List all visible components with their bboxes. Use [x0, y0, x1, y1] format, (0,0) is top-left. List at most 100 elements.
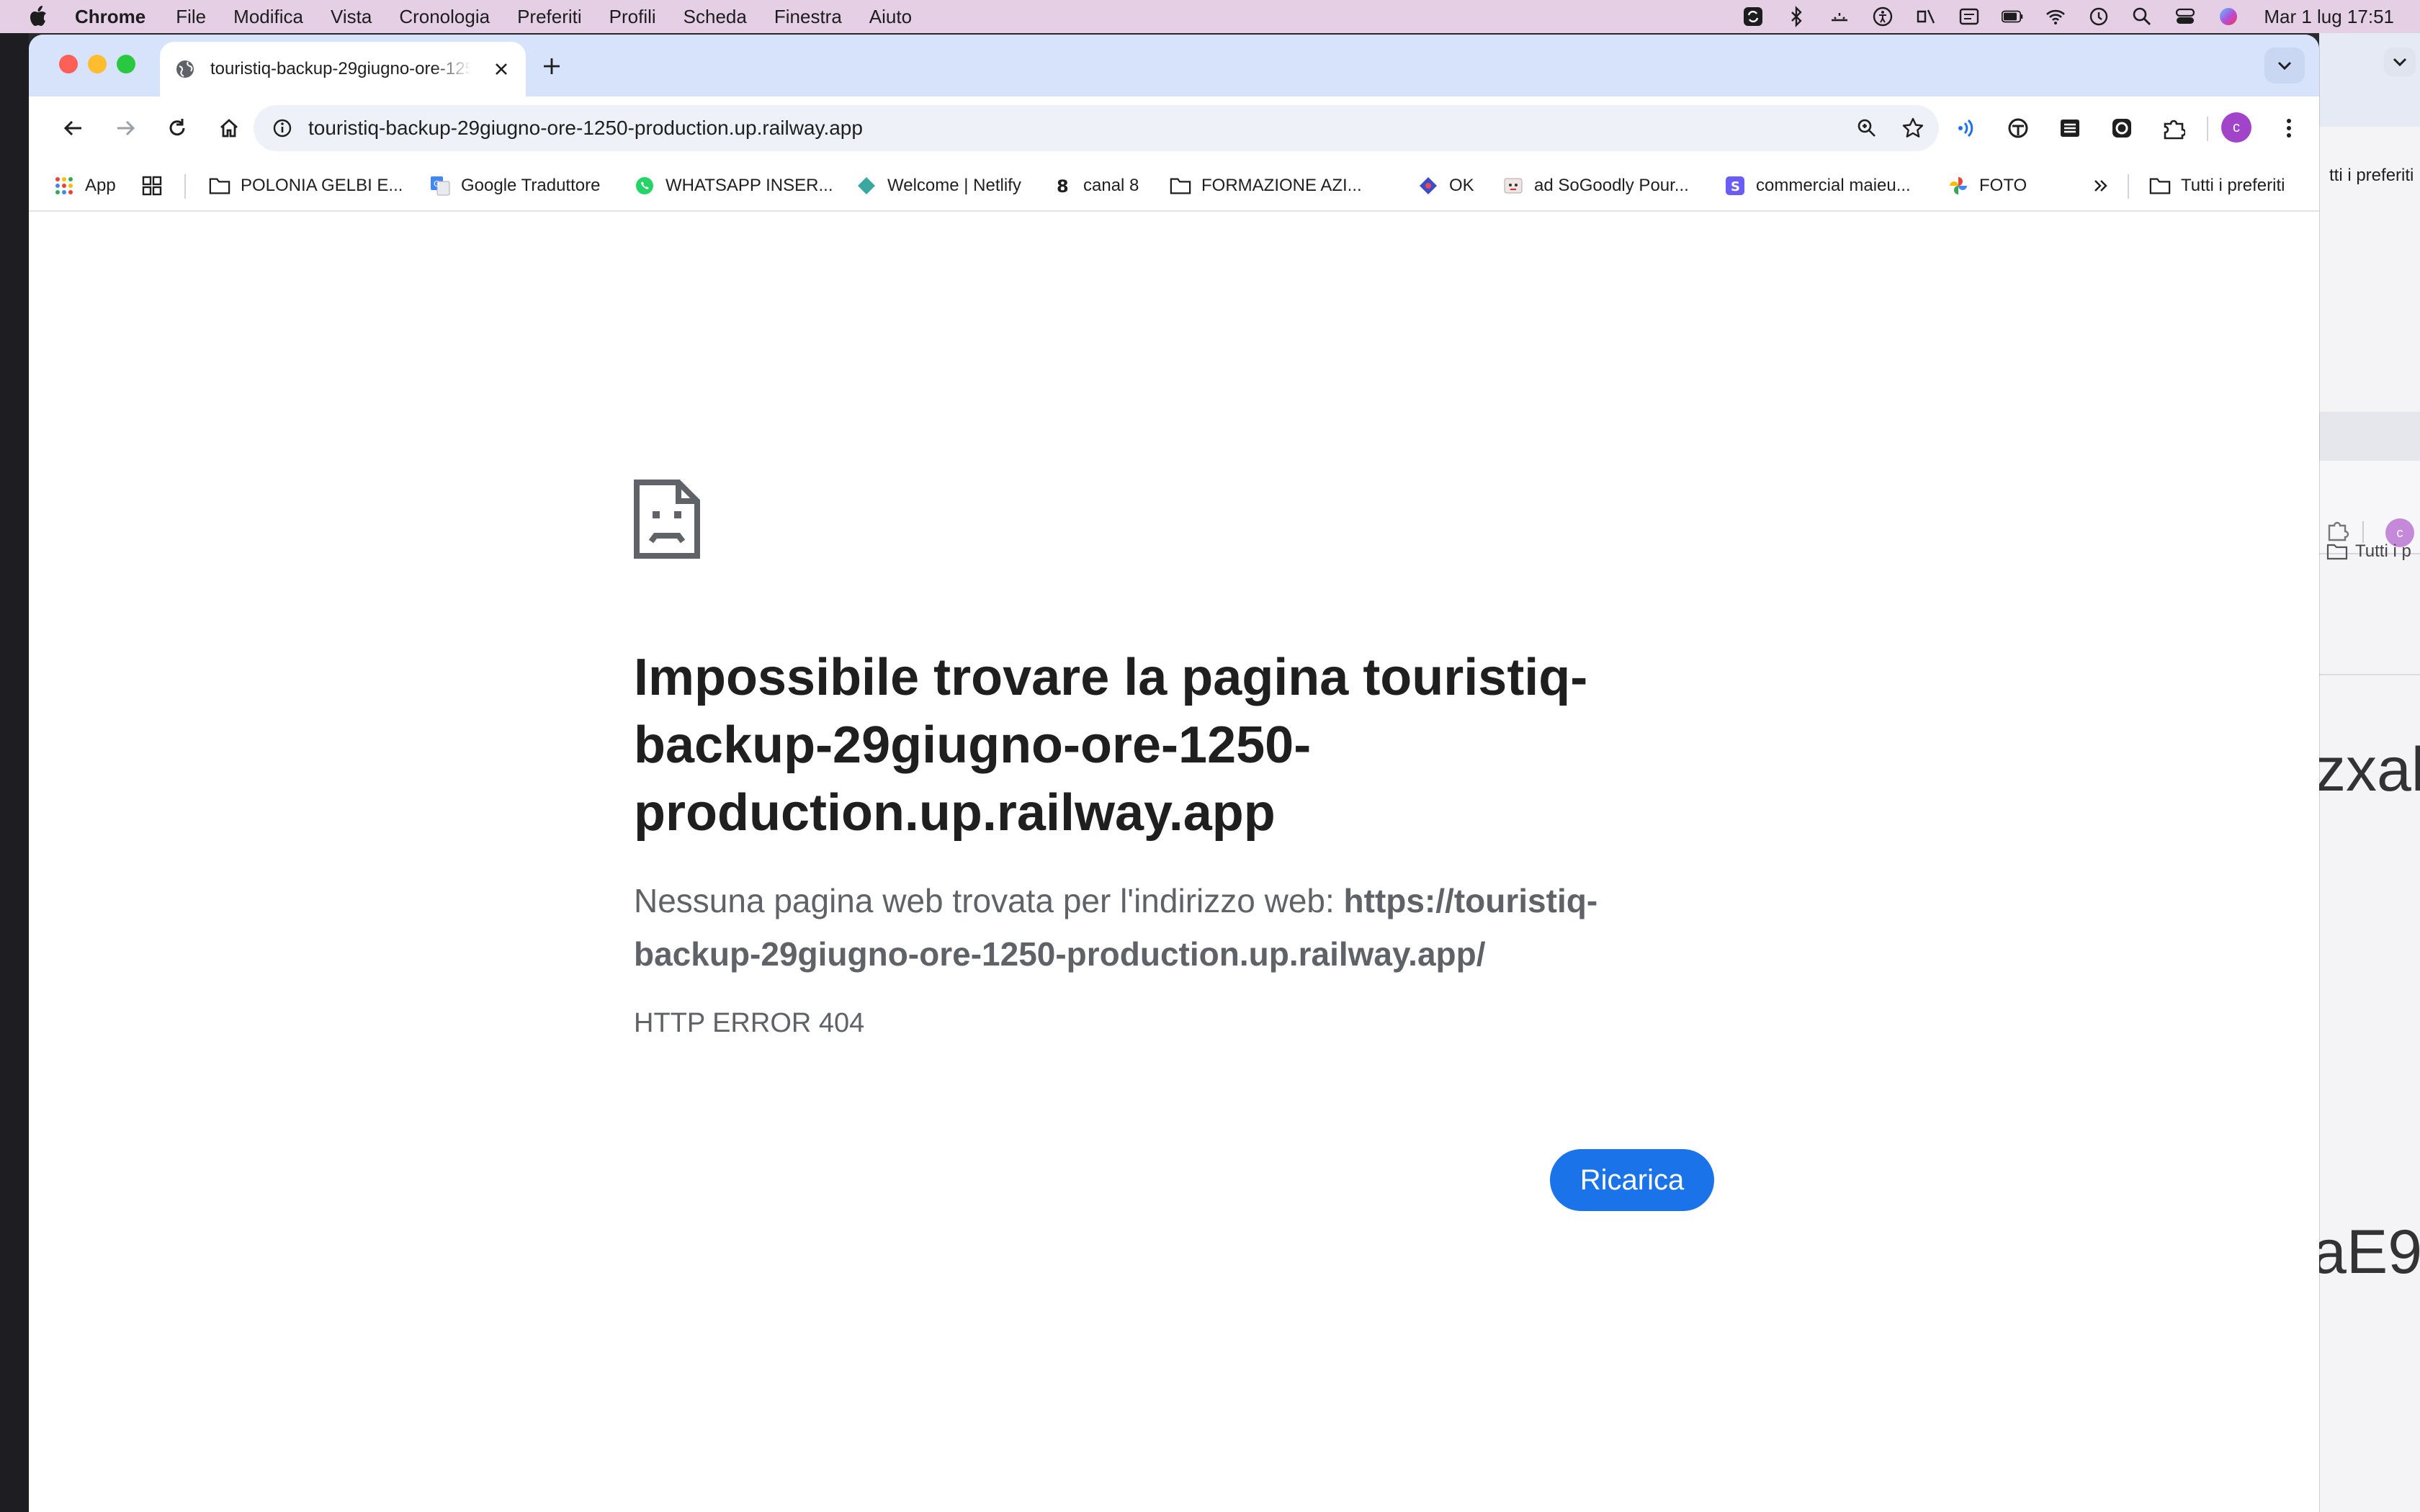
globe-icon [174, 58, 196, 80]
svg-text:G: G [434, 179, 440, 189]
background-window-strip [2319, 412, 2420, 461]
tab-title: touristiq-backup-29giugno-ore-1250-produ… [210, 59, 471, 78]
close-tab-icon[interactable] [490, 58, 513, 81]
bookmark-canal-8[interactable]: 8 canal 8 [1052, 160, 1139, 212]
background-tab-search-button[interactable] [2384, 48, 2416, 76]
folder-icon [1170, 175, 1191, 197]
bookmark-whatsapp[interactable]: WHATSAPP INSER... [634, 160, 833, 212]
extensions-puzzle-icon[interactable] [2156, 111, 2191, 145]
bookmark-label: FOTO [1979, 176, 2027, 195]
chrome-menu-icon[interactable] [2272, 111, 2306, 145]
background-window-left [0, 33, 29, 1512]
menu-bar-clock[interactable]: Mar 1 lug 17:51 [2264, 6, 2394, 28]
bookmark-polonia-gelbi[interactable]: POLONIA GELBI E... [209, 160, 403, 212]
bookmark-google-traduttore[interactable]: G Google Traduttore [429, 160, 600, 212]
background-toolbar-separator [2362, 521, 2364, 543]
chevron-double-right-icon [2090, 175, 2112, 197]
background-all-bookmarks-fragment: tti i preferiti [2329, 166, 2414, 185]
address-bar-url[interactable]: touristiq-backup-29giugno-ore-1250-produ… [308, 117, 863, 140]
control-center-icon[interactable] [2174, 6, 2196, 27]
background-divider [2319, 674, 2420, 675]
site-info-icon[interactable] [269, 115, 295, 141]
background-all-bookmarks[interactable]: Tutti i p [2326, 541, 2411, 562]
bookmark-all-bookmarks[interactable]: Tutti i preferiti [2149, 160, 2285, 212]
tab-search-button[interactable] [2264, 48, 2305, 84]
background-window-right: tti i preferiti c Tutti i p zxal aE9E [2319, 33, 2420, 1512]
background-bookmarks-fragment: Tutti i p [2355, 541, 2411, 561]
menu-scheda[interactable]: Scheda [684, 6, 747, 28]
menu-file[interactable]: File [176, 6, 206, 28]
menu-vista[interactable]: Vista [331, 6, 372, 28]
bluetooth-icon[interactable] [1785, 6, 1807, 27]
menu-profili[interactable]: Profili [609, 6, 656, 28]
error-code: HTTP ERROR 404 [634, 1008, 865, 1038]
zoom-icon[interactable] [1854, 115, 1880, 141]
background-text-1: zxal [2319, 735, 2420, 804]
bookmark-label: WHATSAPP INSER... [666, 176, 833, 195]
more-bookmarks-button[interactable] [2090, 160, 2122, 212]
google-photos-icon [1948, 175, 1969, 197]
wifi-icon[interactable] [2045, 6, 2066, 27]
close-window-button[interactable] [59, 55, 78, 73]
toolbar-separator [2207, 117, 2208, 141]
bookmark-sogoodly[interactable]: ad SoGoodly Pour... [1502, 160, 1689, 212]
zoom-window-button[interactable] [117, 55, 135, 73]
tab-groups-button[interactable] [141, 160, 173, 212]
keyboard-input-icon[interactable] [1958, 6, 1980, 27]
background-text-2: aE9E [2319, 1218, 2420, 1287]
bookmark-foto[interactable]: FOTO [1948, 160, 2027, 212]
copy-extension-icon[interactable] [2105, 111, 2139, 145]
bookmark-label: Tutti i preferiti [2181, 176, 2285, 195]
spotlight-search-icon[interactable] [2131, 6, 2153, 27]
bookmarks-separator [2128, 174, 2129, 199]
profile-avatar[interactable]: c [2221, 112, 2251, 143]
bookmark-label: OK [1449, 176, 1474, 195]
mute-icon[interactable] [1915, 6, 1937, 27]
forward-button[interactable] [108, 111, 143, 145]
minimize-window-button[interactable] [88, 55, 107, 73]
reload-icon[interactable] [160, 111, 194, 145]
home-icon[interactable] [212, 111, 246, 145]
bookmark-label: Welcome | Netlify [887, 176, 1021, 195]
google-translate-icon: G [429, 175, 451, 197]
address-bar[interactable]: touristiq-backup-29giugno-ore-1250-produ… [254, 105, 1939, 151]
menu-app-chrome[interactable]: Chrome [75, 6, 145, 28]
bookmark-app[interactable]: App [53, 160, 116, 212]
background-folder-icon [2326, 542, 2348, 561]
bookmark-label: Google Traduttore [461, 176, 601, 195]
menu-finestra[interactable]: Finestra [774, 6, 842, 28]
tab-groups-icon [141, 175, 163, 197]
bookmark-ok[interactable]: OK [1417, 160, 1474, 212]
read-aloud-extension-icon[interactable] [1949, 111, 1984, 145]
bookmark-formazione[interactable]: FORMAZIONE AZI... [1170, 160, 1362, 212]
grammar-extension-icon[interactable] [2001, 111, 2035, 145]
reading-list-extension-icon[interactable] [2053, 111, 2087, 145]
bookmarks-separator [184, 174, 186, 199]
svg-text:8: 8 [1057, 176, 1069, 196]
bookmark-commercial[interactable]: S commercial maieu... [1724, 160, 1911, 212]
time-machine-icon[interactable] [2088, 6, 2110, 27]
apple-menu-icon[interactable] [29, 6, 48, 27]
menu-cronologia[interactable]: Cronologia [399, 6, 490, 28]
page-content: Impossibile trovare la pagina touristiq-… [29, 212, 2319, 1512]
battery-icon[interactable] [2002, 6, 2023, 27]
menu-preferiti[interactable]: Preferiti [517, 6, 582, 28]
bookmark-netlify[interactable]: Welcome | Netlify [856, 160, 1021, 212]
folder-icon [209, 175, 230, 197]
accessibility-icon[interactable] [1872, 6, 1894, 27]
new-tab-button[interactable] [537, 52, 566, 81]
sync-icon[interactable] [1742, 6, 1764, 27]
siri-icon[interactable] [2218, 6, 2239, 27]
error-description-text: Nessuna pagina web trovata per l'indiriz… [634, 882, 1344, 919]
night-shift-icon[interactable] [1829, 6, 1850, 27]
background-window-toolbar: c [2319, 461, 2420, 554]
back-button[interactable] [56, 111, 91, 145]
bookmark-star-icon[interactable] [1900, 115, 1926, 141]
reload-button[interactable]: Ricarica [1550, 1149, 1714, 1211]
bookmark-label: POLONIA GELBI E... [241, 176, 403, 195]
menu-aiuto[interactable]: Aiuto [869, 6, 912, 28]
bookmark-label: FORMAZIONE AZI... [1201, 176, 1362, 195]
bookmark-label: ad SoGoodly Pour... [1534, 176, 1689, 195]
tab-active[interactable]: touristiq-backup-29giugno-ore-1250-produ… [160, 42, 526, 96]
menu-modifica[interactable]: Modifica [233, 6, 303, 28]
